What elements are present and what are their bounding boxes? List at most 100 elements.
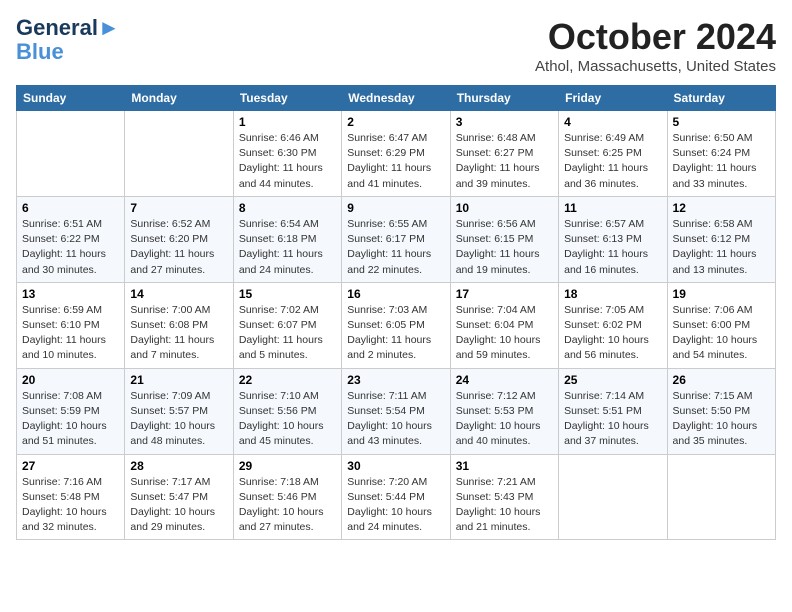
day-number: 23: [347, 373, 444, 387]
day-info: Sunrise: 7:17 AMSunset: 5:47 PMDaylight:…: [130, 475, 227, 536]
calendar-cell: 29 Sunrise: 7:18 AMSunset: 5:46 PMDayligh…: [233, 454, 341, 540]
calendar-cell: 14 Sunrise: 7:00 AMSunset: 6:08 PMDayligh…: [125, 282, 233, 368]
calendar-cell: 21 Sunrise: 7:09 AMSunset: 5:57 PMDayligh…: [125, 368, 233, 454]
day-number: 14: [130, 287, 227, 301]
day-info: Sunrise: 7:20 AMSunset: 5:44 PMDaylight:…: [347, 475, 444, 536]
calendar-cell: 10Sunrise: 6:56 AMSunset: 6:15 PMDayligh…: [450, 196, 558, 282]
calendar-header-monday: Monday: [125, 86, 233, 111]
day-info: Sunrise: 7:08 AMSunset: 5:59 PMDaylight:…: [22, 389, 119, 450]
day-number: 4: [564, 115, 661, 129]
day-info: Sunrise: 7:15 AMSunset: 5:50 PMDaylight:…: [673, 389, 770, 450]
calendar-cell: [17, 111, 125, 197]
day-number: 29: [239, 459, 336, 473]
calendar-header-saturday: Saturday: [667, 86, 775, 111]
calendar-cell: 23Sunrise: 7:11 AMSunset: 5:54 PMDayligh…: [342, 368, 450, 454]
day-info: Sunrise: 6:57 AMSunset: 6:13 PMDaylight:…: [564, 217, 661, 278]
day-number: 12: [673, 201, 770, 215]
calendar-cell: 1Sunrise: 6:46 AMSunset: 6:30 PMDaylight…: [233, 111, 341, 197]
calendar-table: SundayMondayTuesdayWednesdayThursdayFrid…: [16, 85, 776, 540]
day-info: Sunrise: 7:16 AMSunset: 5:48 PMDaylight:…: [22, 475, 119, 536]
calendar-cell: 3Sunrise: 6:48 AMSunset: 6:27 PMDaylight…: [450, 111, 558, 197]
day-info: Sunrise: 7:00 AMSunset: 6:08 PMDaylight:…: [130, 303, 227, 364]
calendar-week-row: 20 Sunrise: 7:08 AMSunset: 5:59 PMDayligh…: [17, 368, 776, 454]
calendar-week-row: 1Sunrise: 6:46 AMSunset: 6:30 PMDaylight…: [17, 111, 776, 197]
day-info: Sunrise: 6:51 AMSunset: 6:22 PMDaylight:…: [22, 217, 119, 278]
title-block: October 2024 Athol, Massachusetts, Unite…: [535, 16, 776, 75]
day-info: Sunrise: 6:58 AMSunset: 6:12 PMDaylight:…: [673, 217, 770, 278]
calendar-cell: 30 Sunrise: 7:20 AMSunset: 5:44 PMDayligh…: [342, 454, 450, 540]
day-number: 31: [456, 459, 553, 473]
calendar-cell: 19 Sunrise: 7:06 AMSunset: 6:00 PMDayligh…: [667, 282, 775, 368]
calendar-cell: 28 Sunrise: 7:17 AMSunset: 5:47 PMDayligh…: [125, 454, 233, 540]
day-number: 20: [22, 373, 119, 387]
calendar-cell: 31Sunrise: 7:21 AMSunset: 5:43 PMDayligh…: [450, 454, 558, 540]
day-number: 28: [130, 459, 227, 473]
day-info: Sunrise: 6:56 AMSunset: 6:15 PMDaylight:…: [456, 217, 553, 278]
calendar-cell: 16 Sunrise: 7:03 AMSunset: 6:05 PMDayligh…: [342, 282, 450, 368]
day-number: 21: [130, 373, 227, 387]
calendar-cell: 18Sunrise: 7:05 AMSunset: 6:02 PMDayligh…: [559, 282, 667, 368]
logo: General► Blue: [16, 16, 120, 64]
calendar-header-thursday: Thursday: [450, 86, 558, 111]
calendar-cell: 22 Sunrise: 7:10 AMSunset: 5:56 PMDayligh…: [233, 368, 341, 454]
calendar-cell: 13Sunrise: 6:59 AMSunset: 6:10 PMDayligh…: [17, 282, 125, 368]
calendar-cell: [559, 454, 667, 540]
day-info: Sunrise: 6:52 AMSunset: 6:20 PMDaylight:…: [130, 217, 227, 278]
day-info: Sunrise: 6:50 AMSunset: 6:24 PMDaylight:…: [673, 131, 770, 192]
calendar-cell: 8 Sunrise: 6:54 AMSunset: 6:18 PMDaylight…: [233, 196, 341, 282]
day-number: 3: [456, 115, 553, 129]
day-number: 1: [239, 115, 336, 129]
day-number: 30: [347, 459, 444, 473]
day-info: Sunrise: 7:10 AMSunset: 5:56 PMDaylight:…: [239, 389, 336, 450]
calendar-cell: 6Sunrise: 6:51 AMSunset: 6:22 PMDaylight…: [17, 196, 125, 282]
day-number: 11: [564, 201, 661, 215]
calendar-cell: [125, 111, 233, 197]
day-number: 7: [130, 201, 227, 215]
day-number: 15: [239, 287, 336, 301]
calendar-header-friday: Friday: [559, 86, 667, 111]
location-title: Athol, Massachusetts, United States: [535, 58, 776, 75]
calendar-cell: 7 Sunrise: 6:52 AMSunset: 6:20 PMDaylight…: [125, 196, 233, 282]
day-number: 27: [22, 459, 119, 473]
calendar-cell: 15 Sunrise: 7:02 AMSunset: 6:07 PMDayligh…: [233, 282, 341, 368]
day-number: 19: [673, 287, 770, 301]
day-number: 13: [22, 287, 119, 301]
day-number: 16: [347, 287, 444, 301]
calendar-cell: 9 Sunrise: 6:55 AMSunset: 6:17 PMDaylight…: [342, 196, 450, 282]
day-info: Sunrise: 6:47 AMSunset: 6:29 PMDaylight:…: [347, 131, 444, 192]
calendar-header-row: SundayMondayTuesdayWednesdayThursdayFrid…: [17, 86, 776, 111]
day-info: Sunrise: 7:03 AMSunset: 6:05 PMDaylight:…: [347, 303, 444, 364]
day-info: Sunrise: 7:09 AMSunset: 5:57 PMDaylight:…: [130, 389, 227, 450]
calendar-cell: 11 Sunrise: 6:57 AMSunset: 6:13 PMDayligh…: [559, 196, 667, 282]
logo-text: General► Blue: [16, 16, 120, 64]
day-number: 17: [456, 287, 553, 301]
day-info: Sunrise: 7:06 AMSunset: 6:00 PMDaylight:…: [673, 303, 770, 364]
day-number: 18: [564, 287, 661, 301]
calendar-header-sunday: Sunday: [17, 86, 125, 111]
day-number: 26: [673, 373, 770, 387]
day-info: Sunrise: 7:02 AMSunset: 6:07 PMDaylight:…: [239, 303, 336, 364]
calendar-cell: 24Sunrise: 7:12 AMSunset: 5:53 PMDayligh…: [450, 368, 558, 454]
calendar-cell: 4 Sunrise: 6:49 AMSunset: 6:25 PMDaylight…: [559, 111, 667, 197]
day-info: Sunrise: 6:49 AMSunset: 6:25 PMDaylight:…: [564, 131, 661, 192]
calendar-week-row: 27 Sunrise: 7:16 AMSunset: 5:48 PMDayligh…: [17, 454, 776, 540]
day-info: Sunrise: 6:54 AMSunset: 6:18 PMDaylight:…: [239, 217, 336, 278]
calendar-header-wednesday: Wednesday: [342, 86, 450, 111]
calendar-body: 1Sunrise: 6:46 AMSunset: 6:30 PMDaylight…: [17, 111, 776, 540]
calendar-cell: [667, 454, 775, 540]
day-number: 22: [239, 373, 336, 387]
day-info: Sunrise: 6:55 AMSunset: 6:17 PMDaylight:…: [347, 217, 444, 278]
calendar-cell: 5Sunrise: 6:50 AMSunset: 6:24 PMDaylight…: [667, 111, 775, 197]
day-number: 8: [239, 201, 336, 215]
day-info: Sunrise: 7:04 AMSunset: 6:04 PMDaylight:…: [456, 303, 553, 364]
day-number: 2: [347, 115, 444, 129]
day-info: Sunrise: 7:12 AMSunset: 5:53 PMDaylight:…: [456, 389, 553, 450]
calendar-cell: 2 Sunrise: 6:47 AMSunset: 6:29 PMDaylight…: [342, 111, 450, 197]
page-header: General► Blue October 2024 Athol, Massac…: [16, 16, 776, 75]
calendar-cell: 20 Sunrise: 7:08 AMSunset: 5:59 PMDayligh…: [17, 368, 125, 454]
day-info: Sunrise: 7:18 AMSunset: 5:46 PMDaylight:…: [239, 475, 336, 536]
day-number: 25: [564, 373, 661, 387]
day-number: 9: [347, 201, 444, 215]
calendar-cell: 17 Sunrise: 7:04 AMSunset: 6:04 PMDayligh…: [450, 282, 558, 368]
calendar-cell: 26 Sunrise: 7:15 AMSunset: 5:50 PMDayligh…: [667, 368, 775, 454]
